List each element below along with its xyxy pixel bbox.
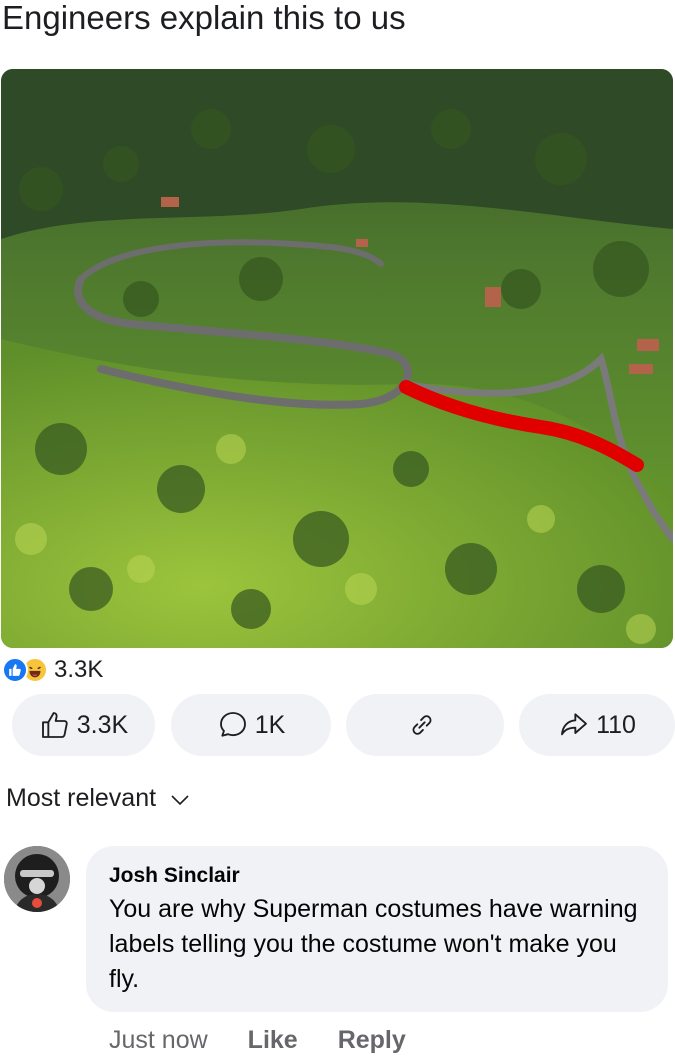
reaction-count: 3.3K	[54, 656, 104, 683]
comment-like-link[interactable]: Like	[248, 1026, 298, 1055]
comment-button[interactable]: 1K	[171, 694, 331, 756]
aerial-road-photo	[1, 69, 673, 648]
comment-actions: Just now Like Reply	[109, 1020, 406, 1060]
post-title: Engineers explain this to us	[2, 0, 406, 36]
reaction-summary[interactable]: 3.3K	[2, 654, 103, 686]
comment-count: 1K	[254, 710, 286, 739]
sort-label: Most relevant	[6, 783, 157, 812]
like-count: 3.3K	[76, 710, 129, 739]
share-count: 110	[596, 710, 636, 739]
post-image[interactable]	[1, 69, 673, 648]
comment-icon	[219, 712, 246, 737]
share-button[interactable]: 110	[519, 694, 675, 756]
comment-reply-link[interactable]: Reply	[338, 1026, 406, 1055]
comment-timestamp[interactable]: Just now	[109, 1026, 208, 1055]
avatar[interactable]	[4, 846, 70, 912]
like-button[interactable]: 3.3K	[12, 694, 155, 756]
thumbs-up-icon	[41, 712, 68, 738]
share-icon	[561, 713, 587, 736]
comment-text: You are why Superman costumes have warni…	[109, 895, 638, 993]
link-icon	[412, 715, 432, 735]
chevron-down-icon	[171, 795, 189, 806]
comment-sort-dropdown[interactable]: Most relevant	[6, 781, 190, 815]
avatar-image	[4, 846, 70, 912]
comment-bubble: Josh Sinclair You are why Superman costu…	[86, 846, 668, 1012]
copy-link-button[interactable]	[346, 694, 504, 756]
like-icon	[2, 657, 28, 683]
comment-author[interactable]: Josh Sinclair	[109, 862, 644, 890]
